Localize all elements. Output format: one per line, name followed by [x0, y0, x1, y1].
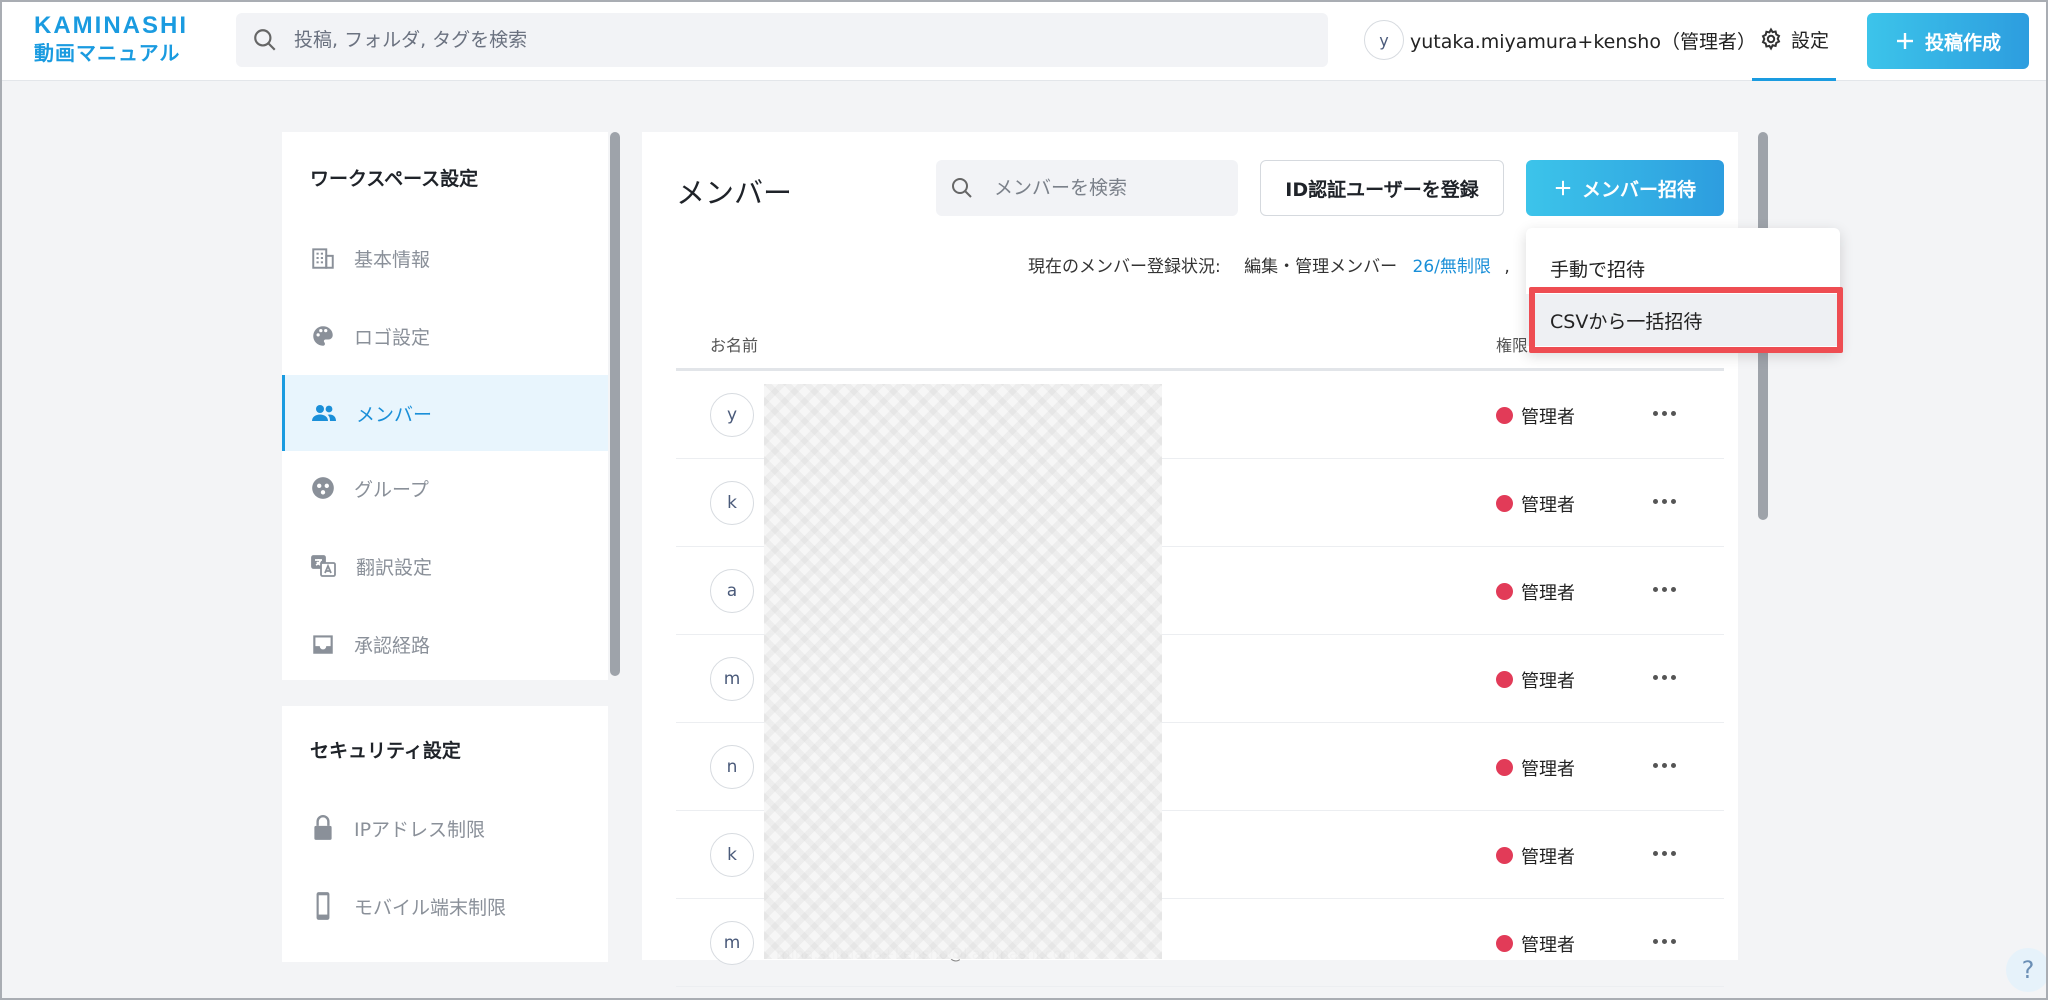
member-role: 管理者 — [1521, 935, 1575, 956]
plus-icon — [1896, 33, 1913, 49]
member-role: 管理者 — [1521, 407, 1575, 428]
sidebar-item-label: メンバー — [356, 403, 433, 426]
translate-icon — [311, 555, 336, 577]
member-search-input[interactable] — [992, 160, 1232, 216]
users-icon — [312, 405, 336, 421]
status-edit-label: 編集・管理メンバー — [1244, 257, 1398, 277]
sidebar-item-logo[interactable]: ロゴ設定 — [282, 298, 608, 374]
sidebar-scroll-thumb[interactable] — [610, 132, 620, 676]
more-options-icon[interactable] — [1646, 485, 1682, 517]
settings-sidebar: ワークスペース設定 基本情報 ロゴ設定 メンバー グループ 翻訳設定 承認経路 … — [282, 132, 620, 962]
status-prefix: 現在のメンバー登録状況: — [1028, 257, 1221, 277]
palette-icon — [313, 326, 333, 346]
member-role: 管理者 — [1521, 671, 1575, 692]
more-options-icon[interactable] — [1646, 837, 1682, 869]
register-id-user-button[interactable]: ID認証ユーザーを登録 — [1260, 160, 1504, 216]
role-dot — [1496, 847, 1513, 864]
sidebar-item-label: 翻訳設定 — [356, 556, 433, 579]
sidebar-item-label: モバイル端末制限 — [354, 896, 507, 919]
role-dot — [1496, 495, 1513, 512]
settings-label: 設定 — [1790, 29, 1829, 52]
page-title: メンバー — [676, 176, 793, 210]
more-options-icon[interactable] — [1646, 749, 1682, 781]
building-icon — [312, 248, 334, 269]
user-menu[interactable]: y yutaka.miyamura+kensho（管理者） — [1364, 20, 1756, 60]
highlight-annotation — [1529, 287, 1843, 353]
sidebar-item-ip-restriction[interactable]: IPアドレス制限 — [282, 790, 608, 866]
plus-icon — [1555, 180, 1571, 196]
sidebar-scrollbar[interactable] — [610, 132, 620, 962]
more-options-icon[interactable] — [1646, 661, 1682, 693]
sidebar-item-mobile-restriction[interactable]: モバイル端末制限 — [282, 868, 608, 944]
workspace-settings-title: ワークスペース設定 — [310, 168, 479, 190]
member-role: 管理者 — [1521, 495, 1575, 516]
global-search[interactable] — [236, 13, 1328, 67]
sidebar-item-label: ロゴ設定 — [354, 326, 431, 349]
gear-icon — [1761, 27, 1781, 51]
more-options-icon[interactable] — [1646, 573, 1682, 605]
group-icon — [312, 477, 334, 499]
sidebar-item-members[interactable]: メンバー — [282, 375, 608, 451]
role-dot — [1496, 407, 1513, 424]
search-icon — [952, 178, 972, 198]
settings-tab[interactable]: 設定 — [1752, 0, 1836, 81]
status-count: 26/無制限 — [1412, 257, 1491, 277]
member-avatar: m — [710, 921, 754, 965]
user-avatar: y — [1364, 20, 1404, 60]
invite-member-button[interactable]: メンバー招待 — [1526, 160, 1724, 216]
security-settings-title: セキュリティ設定 — [310, 740, 461, 762]
member-avatar: m — [710, 657, 754, 701]
sidebar-item-approval-route[interactable]: 承認経路 — [282, 606, 608, 682]
member-search[interactable] — [936, 160, 1238, 216]
member-avatar: n — [710, 745, 754, 789]
sidebar-item-groups[interactable]: グループ — [282, 450, 608, 526]
compose-label: 投稿作成 — [1924, 31, 2001, 54]
compose-button[interactable]: 投稿作成 — [1867, 13, 2029, 69]
help-button[interactable]: ? — [2006, 948, 2048, 992]
sidebar-item-label: グループ — [354, 478, 429, 501]
member-role: 管理者 — [1521, 759, 1575, 780]
member-avatar: y — [710, 393, 754, 437]
sidebar-item-label: IPアドレス制限 — [354, 818, 486, 841]
security-settings-panel: セキュリティ設定 IPアドレス制限 モバイル端末制限 — [282, 706, 608, 962]
invite-member-label: メンバー招待 — [1581, 178, 1696, 201]
inbox-icon — [313, 635, 333, 654]
logo-subtitle: 動画マニュアル — [34, 41, 181, 65]
role-dot — [1496, 759, 1513, 776]
member-avatar: k — [710, 481, 754, 525]
member-role: 管理者 — [1521, 847, 1575, 868]
member-status: 現在のメンバー登録状況: 編集・管理メンバー 26/無制限 , — [1028, 252, 1510, 277]
redaction-overlay — [764, 384, 1162, 959]
lock-icon — [314, 815, 332, 840]
member-avatar: k — [710, 833, 754, 877]
column-header-role[interactable]: 権限 — [1496, 332, 1528, 356]
member-role: 管理者 — [1521, 583, 1575, 604]
search-icon — [254, 29, 276, 51]
more-options-icon[interactable] — [1646, 397, 1682, 429]
sidebar-item-basic-info[interactable]: 基本情報 — [282, 220, 608, 296]
role-dot — [1496, 583, 1513, 600]
status-suffix: , — [1504, 257, 1510, 277]
column-header-name[interactable]: お名前 — [710, 332, 758, 356]
global-search-input[interactable] — [292, 13, 1292, 67]
logo-wordmark: KAMINASHI — [34, 12, 188, 39]
user-name: yutaka.miyamura+kensho（管理者） — [1410, 30, 1756, 53]
more-options-icon[interactable] — [1646, 925, 1682, 957]
logo[interactable]: KAMINASHI 動画マニュアル — [34, 12, 204, 66]
sidebar-item-label: 承認経路 — [354, 634, 431, 657]
sidebar-item-label: 基本情報 — [354, 248, 431, 271]
role-dot — [1496, 671, 1513, 688]
top-bar: KAMINASHI 動画マニュアル y yutaka.miyamura+kens… — [0, 0, 2048, 81]
sidebar-item-translation[interactable]: 翻訳設定 — [282, 528, 608, 604]
role-dot — [1496, 935, 1513, 952]
mobile-icon — [316, 892, 330, 920]
workspace-settings-panel: ワークスペース設定 基本情報 ロゴ設定 メンバー グループ 翻訳設定 承認経路 — [282, 132, 608, 680]
member-avatar: a — [710, 569, 754, 613]
